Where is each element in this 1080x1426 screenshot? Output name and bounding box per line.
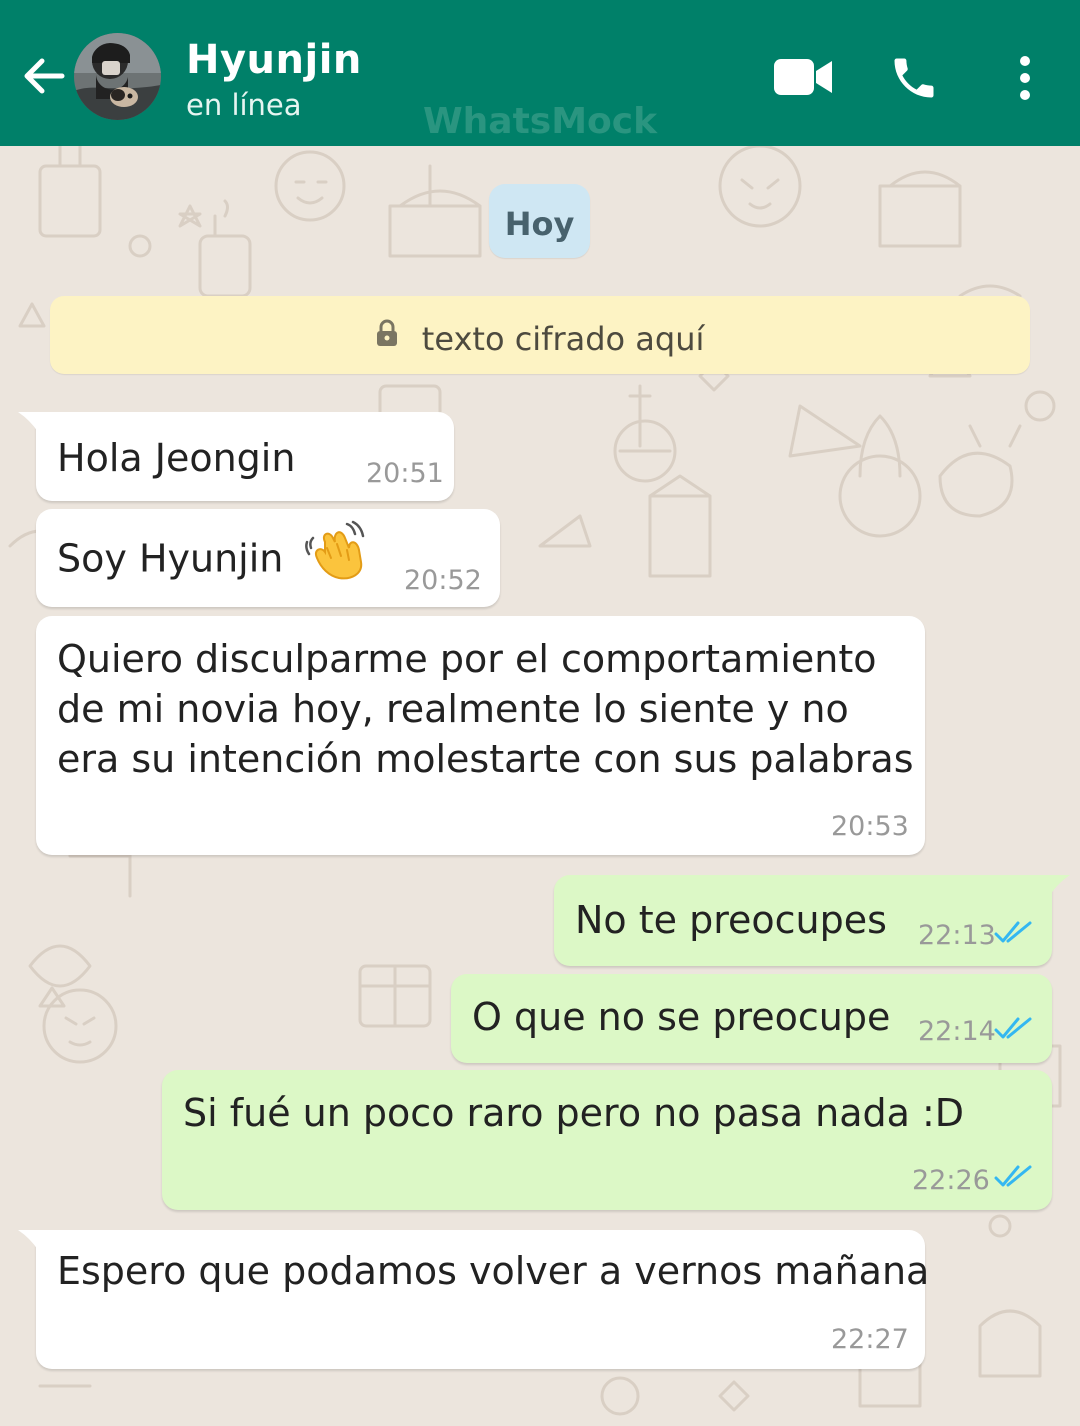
- double-check-icon: [994, 921, 1032, 943]
- message-time: 20:52: [404, 565, 482, 596]
- more-options-icon[interactable]: [1012, 52, 1038, 104]
- phone-icon[interactable]: [888, 52, 940, 104]
- message-time: 22:26: [912, 1165, 990, 1196]
- bubble-tail: [1050, 875, 1070, 895]
- outgoing-message[interactable]: Si fué un poco raro pero no pasa nada :D…: [162, 1070, 1052, 1210]
- message-time: 20:53: [831, 811, 909, 842]
- message-line: Quiero disculparme por el comportamiento: [57, 637, 877, 681]
- back-arrow-icon[interactable]: [18, 50, 70, 102]
- chat-area[interactable]: Hoy texto cifrado aquí Hola Jeongin 20:5…: [0, 146, 1080, 1426]
- message-time: 20:51: [366, 458, 444, 489]
- chat-header: Hyunjin en línea WhatsMock: [0, 0, 1080, 146]
- encryption-notice[interactable]: texto cifrado aquí: [50, 296, 1030, 374]
- bubble-tail: [18, 412, 38, 432]
- double-check-icon: [994, 1165, 1032, 1187]
- message-text: Soy Hyunjin: [57, 520, 367, 592]
- date-chip: Hoy: [489, 184, 590, 258]
- message-text-content: Soy Hyunjin: [57, 536, 284, 581]
- bubble-tail: [18, 1230, 38, 1250]
- message-text: Quiero disculparme por el comportamiento…: [57, 634, 914, 784]
- contact-name[interactable]: Hyunjin: [186, 34, 362, 86]
- outgoing-message[interactable]: No te preocupes 22:13: [554, 875, 1070, 966]
- watermark: WhatsMock: [422, 101, 658, 142]
- encryption-notice-text: texto cifrado aquí: [421, 320, 705, 358]
- message-text: Si fué un poco raro pero no pasa nada :D: [183, 1091, 965, 1135]
- message-text: O que no se preocupe: [472, 995, 891, 1039]
- lock-icon: [376, 293, 398, 379]
- incoming-message[interactable]: Hola Jeongin 20:51: [18, 412, 454, 501]
- waving-hand-icon: [305, 520, 367, 592]
- message-time: 22:14: [918, 1016, 996, 1047]
- incoming-message[interactable]: Espero que podamos volver a vernos mañan…: [18, 1230, 929, 1369]
- message-text: No te preocupes: [575, 898, 887, 942]
- outgoing-message[interactable]: O que no se preocupe 22:14: [451, 974, 1052, 1063]
- double-check-icon: [994, 1017, 1032, 1039]
- message-time: 22:13: [918, 920, 996, 951]
- message-time: 22:27: [831, 1324, 909, 1355]
- video-call-icon[interactable]: [772, 56, 834, 98]
- message-line: era su intención molestarte con sus pala…: [57, 737, 914, 781]
- incoming-message[interactable]: Soy Hyunjin 20:52: [36, 509, 500, 607]
- incoming-message[interactable]: Quiero disculparme por el comportamiento…: [36, 616, 925, 855]
- message-text: Espero que podamos volver a vernos mañan…: [57, 1249, 930, 1293]
- message-line: de mi novia hoy, realmente lo siente y n…: [57, 687, 849, 731]
- message-text: Hola Jeongin: [57, 436, 296, 480]
